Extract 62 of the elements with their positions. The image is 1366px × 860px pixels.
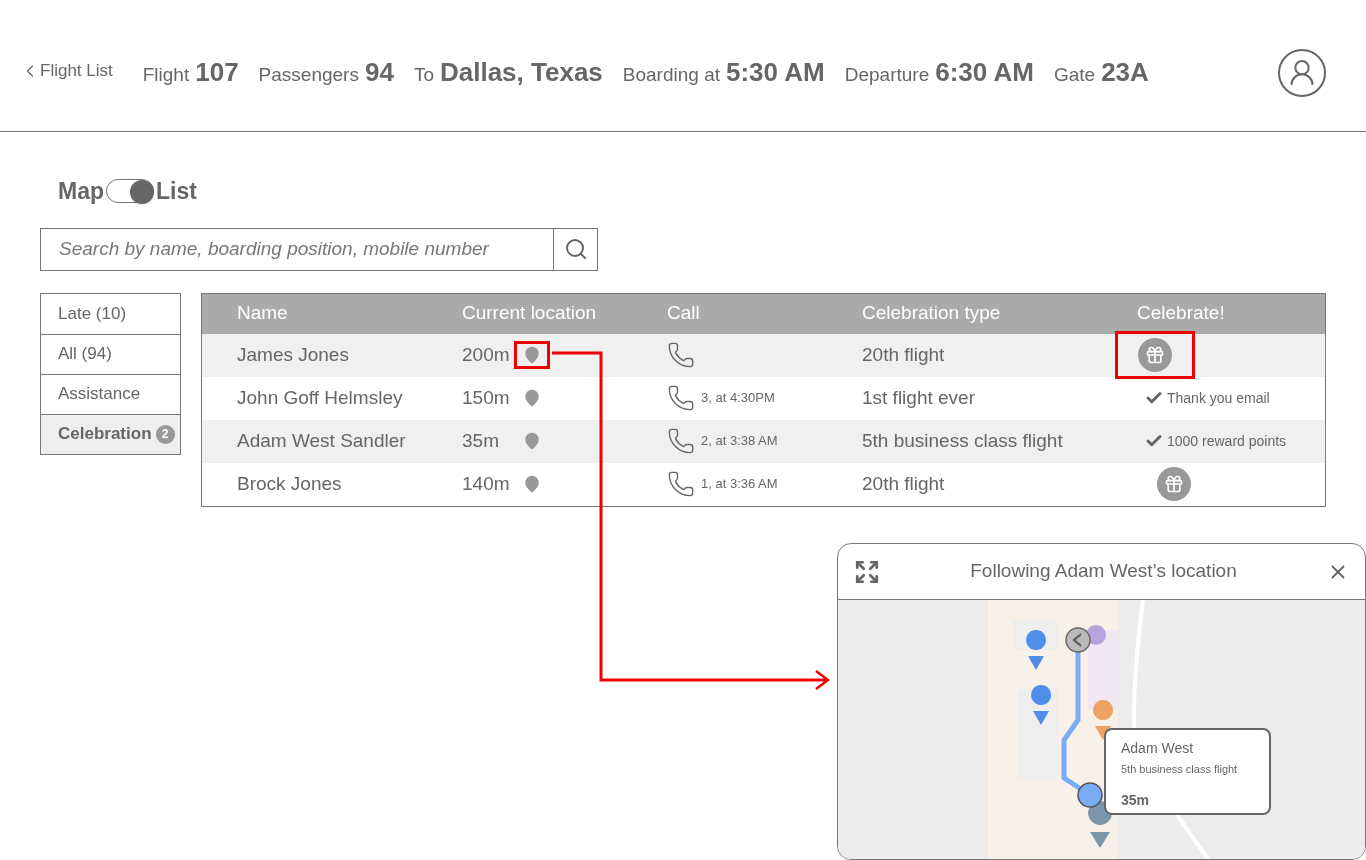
info-label: Boarding at (622, 63, 720, 87)
back-link[interactable]: Flight List (20, 58, 113, 84)
info-value: 23A (1101, 56, 1149, 89)
distance-cell-text: 200m (462, 342, 511, 367)
expand-icon[interactable] (854, 558, 880, 585)
celebration-type-cell-text: 5th business class flight (862, 428, 1064, 453)
count-badge: 2 (155, 424, 175, 444)
info-label: To (413, 63, 434, 87)
celebration-type-cell-text: 20th flight (862, 342, 946, 367)
name-cell-text: John Goff Helmsley (237, 385, 404, 410)
distance-cell-text: 150m (462, 385, 511, 410)
info-value: 5:30 AM (726, 56, 825, 89)
gift-button[interactable] (1157, 467, 1191, 501)
info-value: Dallas, Texas (439, 56, 603, 89)
celebration-status: 1000 reward points (1167, 431, 1287, 451)
column-header: Celebration type (862, 301, 1002, 326)
distance-cell-text: 140m (462, 471, 511, 496)
filter-item[interactable]: Celebration 2 (41, 413, 180, 454)
call-note: 1, at 3:36 AM (701, 475, 778, 494)
info-value: 107 (195, 56, 239, 89)
panel-title: Following Adam West’s location (969, 559, 1238, 584)
gift-icon (1164, 474, 1184, 494)
celebration-status: Thank you email (1167, 388, 1270, 408)
search-icon (563, 237, 588, 261)
info-label: Passengers (258, 63, 359, 87)
phone-icon[interactable] (667, 341, 695, 369)
column-header: Celebrate! (1137, 301, 1226, 326)
phone-icon[interactable] (667, 470, 695, 498)
call-note: 2, at 3:38 AM (701, 432, 778, 451)
name-cell-text: Brock Jones (237, 471, 343, 496)
phone-icon[interactable] (667, 384, 695, 412)
pin-icon (523, 474, 541, 494)
callout-name: Adam West (1121, 739, 1195, 758)
info-value: 6:30 AM (935, 56, 1034, 89)
search-field[interactable]: Search by name, boarding position, mobile number (40, 227, 553, 271)
callout-distance: 35m (1121, 790, 1151, 810)
pin-icon (523, 431, 541, 451)
pin-button[interactable] (514, 341, 550, 369)
search-button[interactable] (553, 227, 598, 271)
celebration-type-cell-text: 1st flight ever (862, 385, 976, 410)
gift-button[interactable] (1138, 338, 1172, 372)
column-header: Current location (462, 301, 598, 326)
column-header: Call (667, 301, 701, 326)
phone-icon[interactable] (667, 427, 695, 455)
call-note: 3, at 4:30PM (701, 389, 775, 408)
callout-detail: 5th business class flight (1121, 762, 1239, 777)
name-cell-text: Adam West Sandler (237, 428, 407, 453)
gift-icon (1145, 345, 1165, 365)
info-label: Flight (142, 63, 190, 87)
info-value: 94 (364, 56, 394, 89)
celebration-type-cell-text: 20th flight (862, 471, 946, 496)
user-avatar-icon[interactable] (1278, 48, 1326, 97)
pin-icon (523, 388, 541, 408)
pin-icon (523, 345, 541, 365)
name-cell-text: James Jones (237, 342, 350, 367)
view-toggle[interactable] (106, 179, 154, 204)
info-label: Gate (1053, 63, 1096, 87)
distance-cell-text: 35m (462, 428, 500, 453)
column-header: Name (237, 301, 289, 326)
map-label: Map (58, 177, 104, 206)
info-label: Departure (844, 63, 930, 87)
list-label: List (156, 177, 197, 206)
